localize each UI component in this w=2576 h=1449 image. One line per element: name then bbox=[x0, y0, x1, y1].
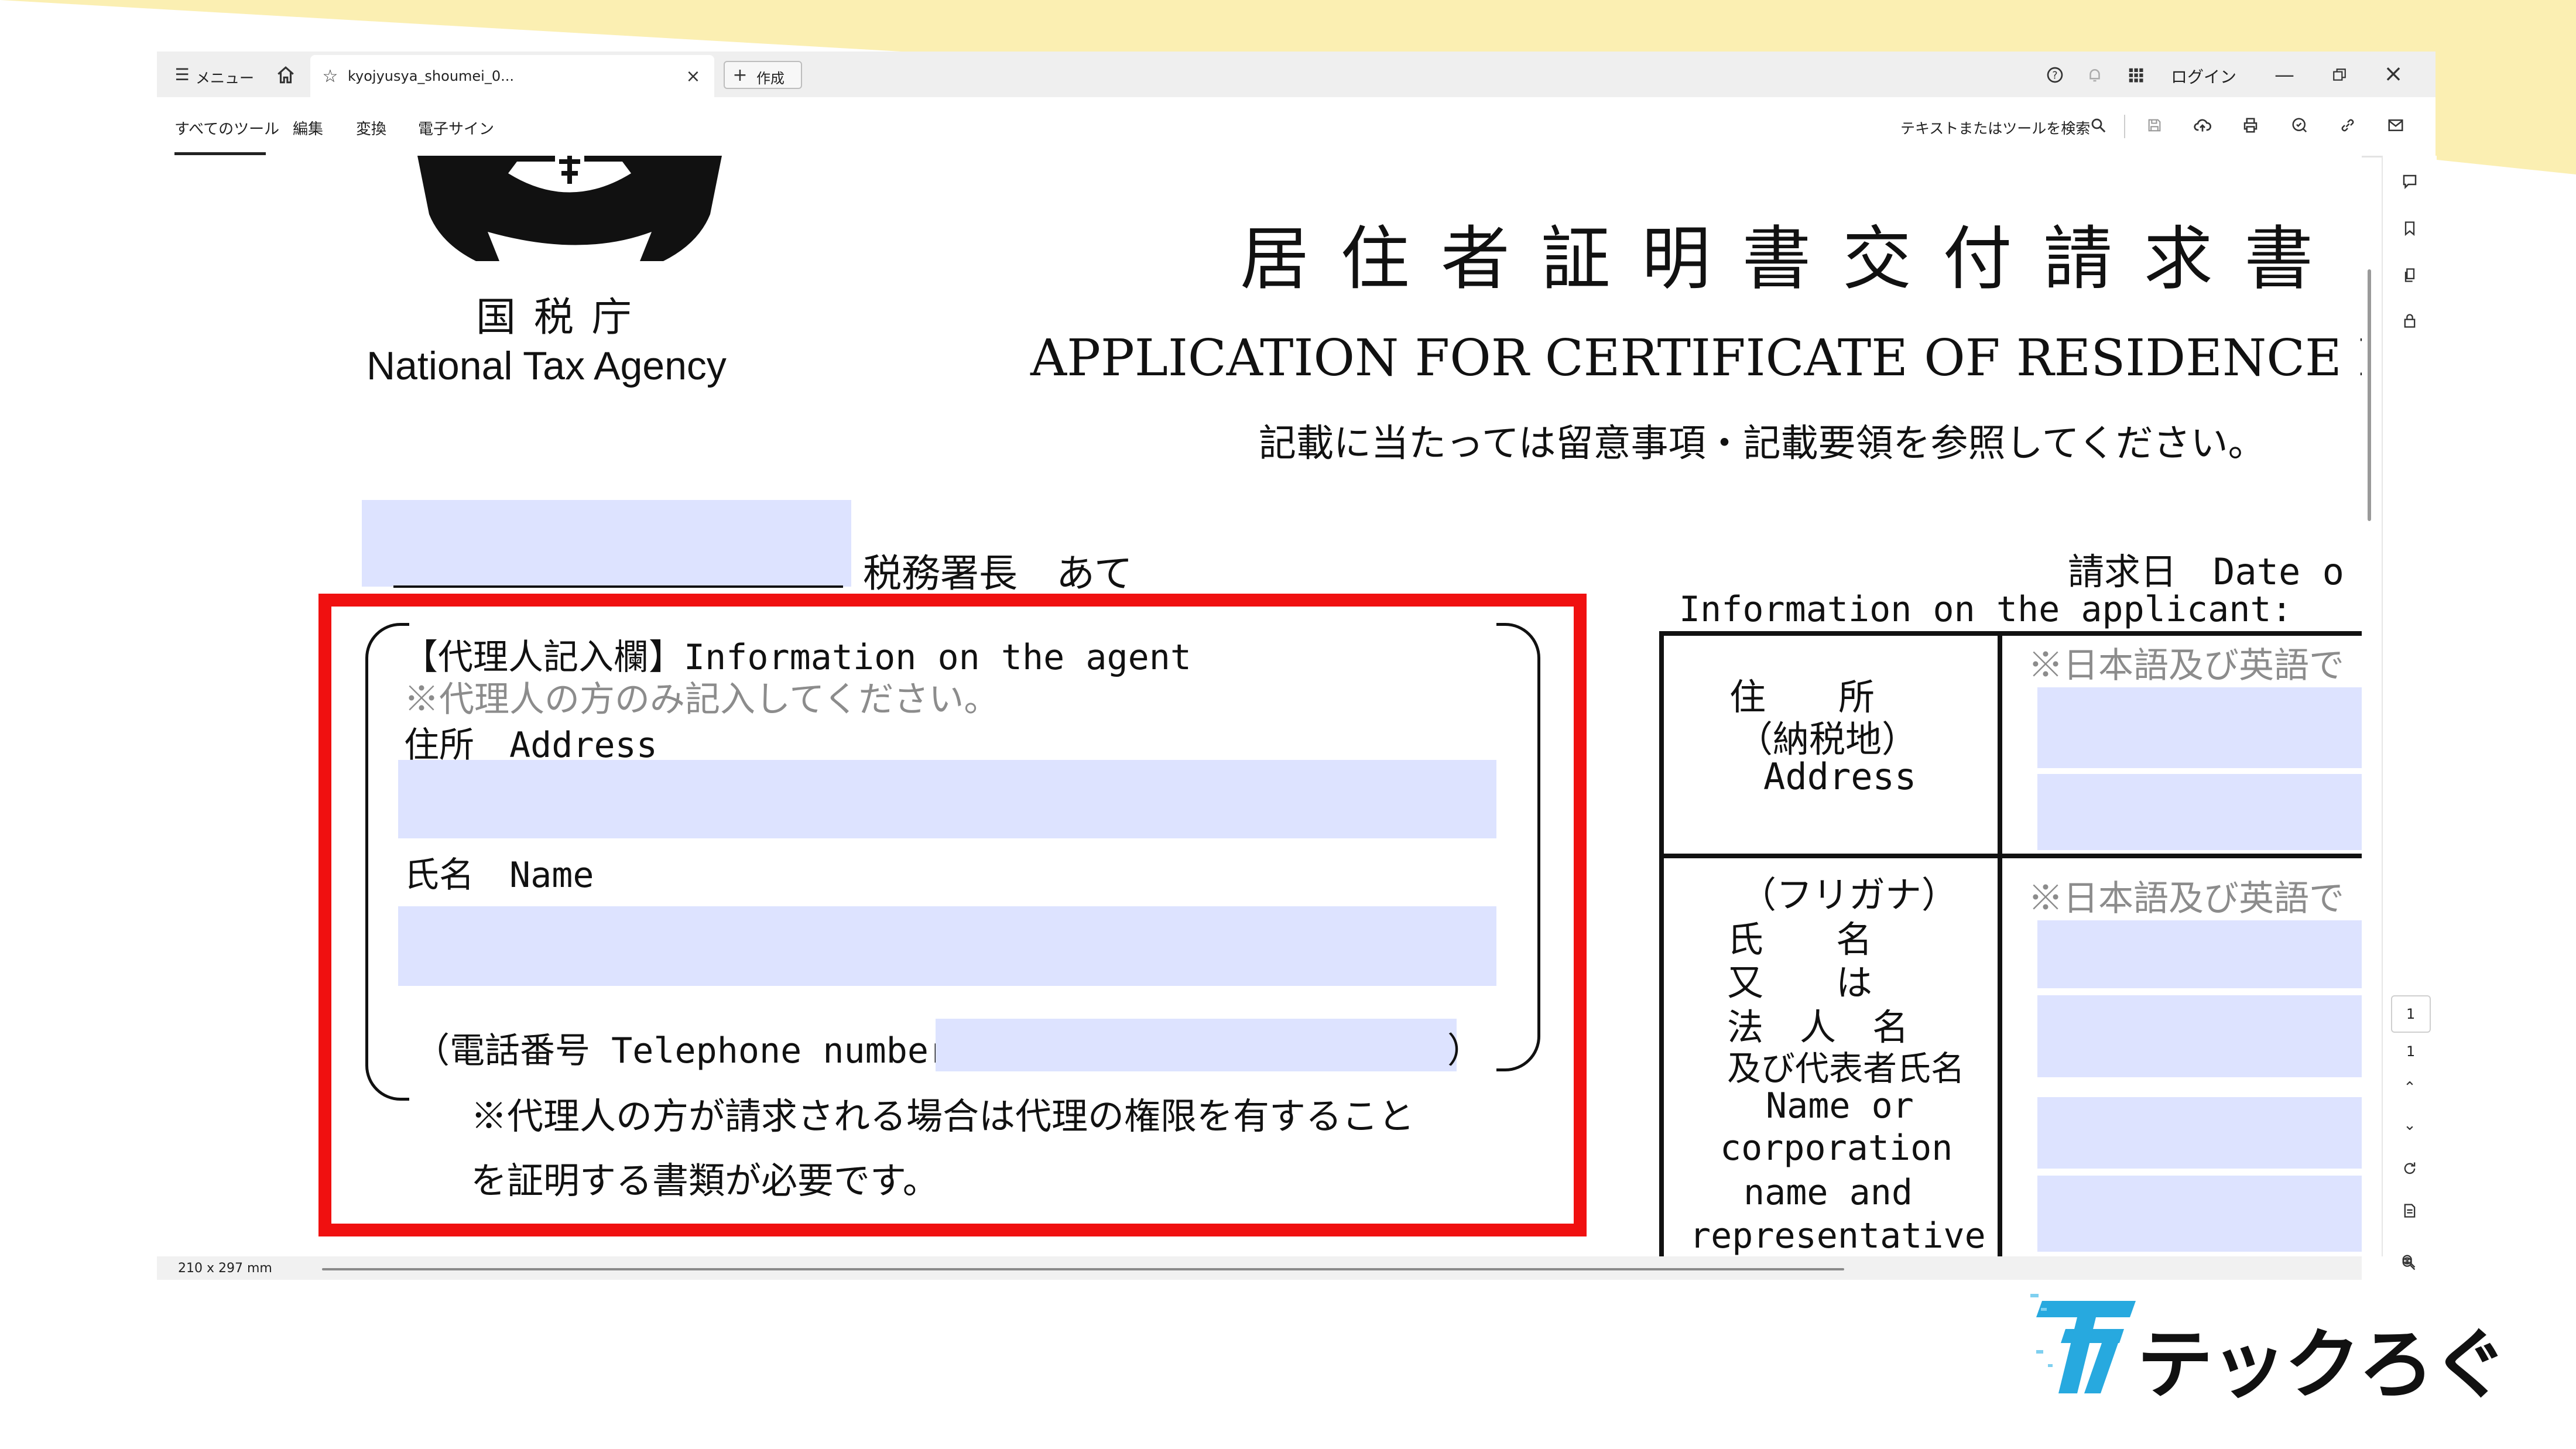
star-icon[interactable]: ☆ bbox=[320, 66, 341, 87]
login-button[interactable]: ログイン bbox=[2171, 64, 2236, 88]
minimize-icon[interactable]: — bbox=[2272, 62, 2297, 88]
agent-footnote-2: を証明する書類が必要です。 bbox=[471, 1159, 939, 1202]
tool-convert[interactable]: 変換 bbox=[356, 117, 386, 139]
applicant-name-field-4[interactable] bbox=[2037, 1176, 2362, 1252]
page-size-label: 210 x 297 mm bbox=[178, 1261, 272, 1276]
tools-toolbar: すべてのツール 編集 変換 電子サイン テキストまたはツールを検索 bbox=[157, 97, 2435, 157]
applicant-address-label-3: Address bbox=[1763, 755, 1917, 798]
tool-edit[interactable]: 編集 bbox=[293, 117, 323, 139]
applicant-name-label-7: corporation bbox=[1720, 1128, 1953, 1169]
chevron-down-icon[interactable]: ⌄ bbox=[2398, 1114, 2421, 1137]
new-tab-button[interactable]: + 作成 bbox=[724, 61, 802, 89]
tab-title: kyojyusya_shoumei_0... bbox=[348, 68, 515, 84]
page-total: 1 bbox=[2406, 1043, 2416, 1060]
applicant-info-label: Information on the applicant: bbox=[1679, 589, 2293, 630]
lock-icon[interactable] bbox=[2398, 309, 2421, 333]
bell-icon[interactable] bbox=[2083, 63, 2106, 87]
restore-icon[interactable] bbox=[2327, 62, 2352, 88]
zoom-out-icon[interactable] bbox=[2397, 1249, 2420, 1273]
form-notice: 記載に当たっては留意事項・記載要領を参照してください。 bbox=[1259, 422, 2266, 465]
rotate-icon[interactable] bbox=[2398, 1157, 2421, 1180]
pdf-page: 国 税 庁 National Tax Agency 居 住 者 証 明 書 交 … bbox=[157, 156, 2362, 1256]
form-title-jp: 居 住 者 証 明 書 交 付 請 求 書 bbox=[1240, 218, 2318, 299]
tool-all-tools[interactable]: すべてのツール bbox=[174, 117, 279, 139]
nta-logo-icon bbox=[417, 156, 722, 261]
applicant-address-label-2: （納税地） bbox=[1736, 718, 1919, 761]
menu-label[interactable]: メニュー bbox=[196, 67, 254, 88]
right-sidebar: 1 1 ⌃ ⌄ bbox=[2382, 156, 2437, 1256]
agent-note: ※代理人の方のみ記入してください。 bbox=[404, 679, 999, 720]
print-icon[interactable] bbox=[2239, 114, 2262, 137]
applicant-address-field-1[interactable] bbox=[2037, 687, 2362, 768]
page-number-input[interactable]: 1 bbox=[2391, 995, 2431, 1033]
svg-text:?: ? bbox=[2052, 70, 2057, 82]
ai-assistant-icon[interactable] bbox=[2288, 114, 2311, 137]
decor-right-band bbox=[2435, 52, 2576, 174]
table-row-divider bbox=[1659, 854, 2362, 858]
applicant-name-label-6: Name or bbox=[1766, 1085, 1914, 1126]
table-col-divider bbox=[1998, 631, 2002, 1256]
page-fit-icon[interactable] bbox=[2398, 1199, 2421, 1222]
applicant-address-note: ※日本語及び英語で bbox=[2028, 645, 2344, 686]
hamburger-menu-icon[interactable]: ☰ bbox=[172, 64, 192, 84]
agency-name-en: National Tax Agency bbox=[366, 344, 727, 388]
agent-footnote-1: ※代理人の方が請求される場合は代理の権限を有すること bbox=[471, 1095, 1415, 1138]
applicant-name-label-5: 及び代表者氏名 bbox=[1727, 1049, 1965, 1088]
horizontal-scrollbar[interactable] bbox=[322, 1268, 1844, 1270]
agent-phone-label: （電話番号 Telephone number bbox=[415, 1030, 950, 1071]
new-tab-label: 作成 bbox=[756, 70, 785, 87]
email-icon[interactable] bbox=[2384, 114, 2407, 137]
applicant-name-field-1[interactable] bbox=[2037, 920, 2362, 988]
link-icon[interactable] bbox=[2336, 114, 2359, 137]
agency-name-jp: 国 税 庁 bbox=[476, 295, 635, 340]
applicant-address-field-2[interactable] bbox=[2037, 774, 2362, 850]
applicant-name-field-3[interactable] bbox=[2037, 1097, 2362, 1169]
agent-bracket-left bbox=[365, 623, 409, 1101]
tax-office-label: 税務署長 あて bbox=[863, 551, 1133, 596]
save-icon[interactable] bbox=[2143, 114, 2166, 137]
close-tab-icon[interactable]: × bbox=[683, 66, 704, 87]
tool-active-underline bbox=[174, 152, 266, 155]
chevron-up-icon[interactable]: ⌃ bbox=[2398, 1076, 2421, 1099]
applicant-name-label-8: name and bbox=[1743, 1172, 1913, 1213]
upload-cloud-icon[interactable] bbox=[2191, 114, 2214, 137]
document-tab[interactable]: ☆ kyojyusya_shoumei_0... × bbox=[310, 55, 714, 97]
toolbar-divider bbox=[2124, 115, 2125, 138]
techlog-logo-icon bbox=[2030, 1294, 2136, 1393]
agent-bracket-right bbox=[1496, 623, 1540, 1071]
vertical-scrollbar[interactable] bbox=[2368, 269, 2371, 521]
apps-grid-icon[interactable] bbox=[2124, 63, 2147, 87]
comment-icon[interactable] bbox=[2398, 170, 2421, 193]
agent-name-label: 氏名 Name bbox=[404, 855, 594, 896]
techlog-logo-text: テックろぐ bbox=[2137, 1322, 2508, 1407]
help-icon[interactable]: ? bbox=[2043, 63, 2067, 87]
search-tools-label[interactable]: テキストまたはツールを検索 bbox=[1900, 117, 2090, 138]
tool-e-sign[interactable]: 電子サイン bbox=[418, 117, 494, 139]
page-current: 1 bbox=[2406, 1006, 2416, 1022]
agent-address-field[interactable] bbox=[398, 760, 1496, 838]
pages-icon[interactable] bbox=[2398, 263, 2421, 287]
home-icon[interactable] bbox=[274, 63, 297, 87]
agent-name-field[interactable] bbox=[398, 906, 1496, 986]
search-icon[interactable] bbox=[2087, 114, 2110, 137]
applicant-name-field-2[interactable] bbox=[2037, 995, 2362, 1077]
agent-phone-close: ） bbox=[1447, 1030, 1482, 1071]
decor-top-band bbox=[0, 0, 2576, 52]
applicant-name-note: ※日本語及び英語で bbox=[2028, 878, 2344, 919]
close-window-icon[interactable]: × bbox=[2380, 60, 2406, 88]
tax-office-field[interactable] bbox=[362, 500, 851, 587]
bookmark-icon[interactable] bbox=[2398, 217, 2421, 240]
agent-phone-field[interactable] bbox=[936, 1019, 1457, 1071]
status-bar: 210 x 297 mm bbox=[157, 1256, 2362, 1280]
plus-icon: + bbox=[732, 64, 748, 85]
tax-office-underline bbox=[393, 585, 843, 588]
form-title-en: APPLICATION FOR CERTIFICATE OF RESIDENCE… bbox=[1030, 329, 2362, 388]
request-date-label: 請求日 Date o bbox=[2068, 550, 2344, 593]
applicant-name-label-9: representative bbox=[1690, 1215, 1986, 1256]
tab-bar: ☰ メニュー ☆ kyojyusya_shoumei_0... × + 作成 ?… bbox=[157, 52, 2435, 97]
